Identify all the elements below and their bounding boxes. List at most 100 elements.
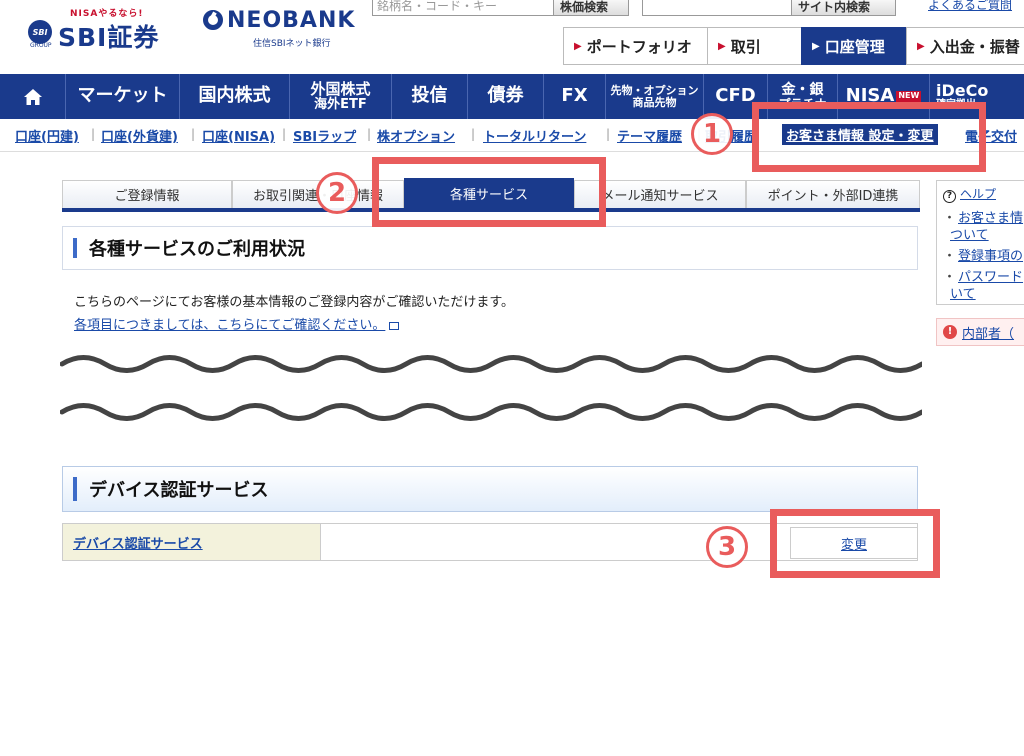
nav-label-two-line: 外国株式 海外ETF bbox=[310, 79, 371, 111]
main-navigation: マーケット 国内株式 外国株式 海外ETF 投信 債券 FX 先物・オプション … bbox=[0, 74, 1024, 119]
nav-label: マーケット bbox=[77, 85, 168, 107]
sbi-emblem-icon: SBI bbox=[28, 20, 52, 44]
stock-search-input[interactable]: 銘柄名・コード・キー bbox=[372, 0, 554, 16]
sub-nav-account-jpy[interactable]: 口座(円建) bbox=[15, 126, 79, 145]
faq-link[interactable]: よくあるご質問 bbox=[928, 0, 1012, 13]
nav-label-line2: プラチナ bbox=[778, 96, 827, 111]
details-link[interactable]: 各項目につきましては、こちらにてご確認ください。 bbox=[74, 314, 400, 333]
nav-label-two-line: iDeCo 確定拠出 bbox=[936, 82, 988, 110]
section-title: デバイス認証サービス bbox=[89, 480, 269, 501]
neobank-logo[interactable]: NEOBANK 住信SBIネット銀行 bbox=[203, 8, 363, 50]
nav-label: 国内株式 bbox=[198, 85, 271, 107]
sub-nav-account-nisa[interactable]: 口座(NISA) bbox=[202, 126, 275, 145]
nav-label-line1: 金・銀 bbox=[781, 81, 824, 98]
nav-domestic-stocks[interactable]: 国内株式 bbox=[180, 74, 290, 119]
help-item-password-cont[interactable]: いて bbox=[950, 283, 976, 302]
nav-label-line1: 先物・オプション bbox=[610, 83, 699, 97]
separator: | bbox=[91, 127, 96, 141]
site-search-button[interactable]: サイト内検索 bbox=[791, 0, 896, 16]
section-title: 各種サービスのご利用状況 bbox=[89, 239, 305, 260]
omission-wave-top bbox=[60, 355, 922, 373]
question-circle-icon: ? bbox=[943, 190, 956, 203]
separator: | bbox=[367, 127, 372, 141]
sub-nav-electronic-delivery[interactable]: 電子交付 bbox=[965, 126, 1017, 145]
site-header: NISAやるなら! SBI GROUP SBI証券 NEOBANK 住信SBIネ… bbox=[0, 0, 1024, 74]
nav-investment-trust[interactable]: 投信 bbox=[392, 74, 468, 119]
device-auth-label-cell: デバイス認証サービス bbox=[63, 524, 321, 560]
nav-gold-silver[interactable]: 金・銀 プラチナ bbox=[768, 74, 838, 119]
nav-bonds[interactable]: 債券 bbox=[468, 74, 544, 119]
top-tab-label: 口座管理 bbox=[824, 37, 885, 56]
separator: | bbox=[191, 127, 196, 141]
intro-text: こちらのページにてお客様の基本情報のご登録内容がご確認いただけます。 bbox=[74, 295, 515, 310]
nav-ideco[interactable]: iDeCo 確定拠出 bbox=[930, 74, 990, 119]
sub-nav-theme-history[interactable]: テーマ履歴 bbox=[617, 126, 682, 145]
neobank-logo-name: NEOBANK bbox=[227, 8, 356, 33]
separator: | bbox=[471, 127, 476, 141]
help-item-customer-info-cont[interactable]: ついて bbox=[950, 224, 989, 243]
triangle-right-icon: ▶ bbox=[574, 40, 582, 52]
triangle-right-icon: ▶ bbox=[917, 40, 925, 52]
top-tab-account-management[interactable]: ▶ 口座管理 bbox=[801, 27, 907, 65]
sbi-securities-logo[interactable]: NISAやるなら! SBI GROUP SBI証券 bbox=[28, 6, 168, 52]
help-item-line1: 登録事項の bbox=[958, 249, 1024, 264]
nav-label-line2: 商品先物 bbox=[632, 95, 677, 109]
external-window-icon bbox=[389, 321, 400, 330]
account-sub-navigation: 口座(円建) | 口座(外貨建) | 口座(NISA) | SBIラップ | 株… bbox=[0, 119, 1024, 152]
help-item-registration[interactable]: ・登録事項の bbox=[943, 245, 1023, 264]
home-icon bbox=[23, 88, 42, 105]
device-auth-label[interactable]: デバイス認証サービス bbox=[73, 533, 203, 552]
help-panel: ? ヘルプ ・お客さま情 ついて ・登録事項の ・パスワード いて bbox=[936, 180, 1024, 305]
nav-label-line1: 外国株式 bbox=[310, 79, 371, 98]
triangle-right-icon: ▶ bbox=[812, 40, 820, 52]
omission-wave-bottom bbox=[60, 403, 922, 421]
nav-cfd[interactable]: CFD bbox=[704, 74, 768, 119]
site-search-input[interactable] bbox=[642, 0, 792, 16]
nav-home[interactable] bbox=[0, 74, 66, 119]
sub-nav-account-foreign[interactable]: 口座(外貨建) bbox=[101, 126, 178, 145]
alert-icon: ! bbox=[943, 325, 957, 339]
nav-futures-options[interactable]: 先物・オプション 商品先物 bbox=[606, 74, 704, 119]
help-title-text: ヘルプ bbox=[960, 187, 997, 201]
stock-search-button[interactable]: 株価検索 bbox=[553, 0, 629, 16]
neobank-logo-sub: 住信SBIネット銀行 bbox=[253, 39, 331, 49]
nav-foreign-stocks[interactable]: 外国株式 海外ETF bbox=[290, 74, 392, 119]
customer-info-tabs: ご登録情報 お取引関連・口座情報 各種サービス メール通知サービス ポイント・外… bbox=[62, 176, 920, 212]
tab-trade-account-info[interactable]: お取引関連・口座情報 bbox=[232, 180, 404, 208]
help-title[interactable]: ? ヘルプ bbox=[943, 185, 996, 203]
neobank-ring-icon bbox=[203, 10, 223, 30]
top-tab-deposit-transfer[interactable]: ▶ 入出金・振替 bbox=[906, 27, 1024, 65]
top-tab-trade[interactable]: ▶ 取引 bbox=[707, 27, 802, 65]
sub-nav-trade-history[interactable]: 取引履歴 bbox=[705, 126, 757, 145]
nav-label-two-line: 先物・オプション 商品先物 bbox=[611, 85, 699, 108]
insider-link-box[interactable]: ! 内部者（ bbox=[936, 318, 1024, 346]
new-badge: NEW bbox=[896, 91, 922, 102]
device-auth-heading: デバイス認証サービス bbox=[62, 466, 918, 512]
bullet: ・ bbox=[943, 249, 957, 264]
tab-points-external-id[interactable]: ポイント・外部ID連携 bbox=[746, 180, 920, 208]
nav-market[interactable]: マーケット bbox=[66, 74, 180, 119]
separator: | bbox=[697, 127, 702, 141]
separator: | bbox=[606, 127, 611, 141]
help-item-line2: いて bbox=[950, 287, 976, 302]
sub-nav-sbi-wrap[interactable]: SBIラップ bbox=[293, 126, 356, 145]
nav-label: 投信 bbox=[411, 85, 448, 107]
tab-various-services[interactable]: 各種サービス bbox=[404, 178, 574, 208]
sbi-logo-name: SBI証券 bbox=[58, 23, 160, 52]
tab-mail-notification[interactable]: メール通知サービス bbox=[574, 180, 746, 208]
tab-registration-info[interactable]: ご登録情報 bbox=[62, 180, 232, 208]
nav-fx[interactable]: FX bbox=[544, 74, 606, 119]
top-tab-label: 入出金・振替 bbox=[929, 37, 1020, 56]
heading-accent-bar bbox=[73, 238, 77, 258]
nav-nisa[interactable]: NISA NEW bbox=[838, 74, 930, 119]
help-item-line2: ついて bbox=[950, 228, 989, 243]
sub-nav-stock-options[interactable]: 株オプション bbox=[377, 126, 455, 145]
nav-label: 債券 bbox=[487, 85, 524, 107]
sub-nav-total-return[interactable]: トータルリターン bbox=[483, 126, 586, 145]
nav-label: NISA bbox=[845, 85, 895, 107]
top-tab-portfolio[interactable]: ▶ ポートフォリオ bbox=[563, 27, 708, 65]
change-button[interactable]: 変更 bbox=[790, 527, 918, 559]
separator: | bbox=[282, 127, 287, 141]
sub-nav-customer-info-settings[interactable]: お客さま情報 設定・変更 bbox=[782, 124, 938, 145]
heading-accent-bar bbox=[73, 477, 77, 501]
